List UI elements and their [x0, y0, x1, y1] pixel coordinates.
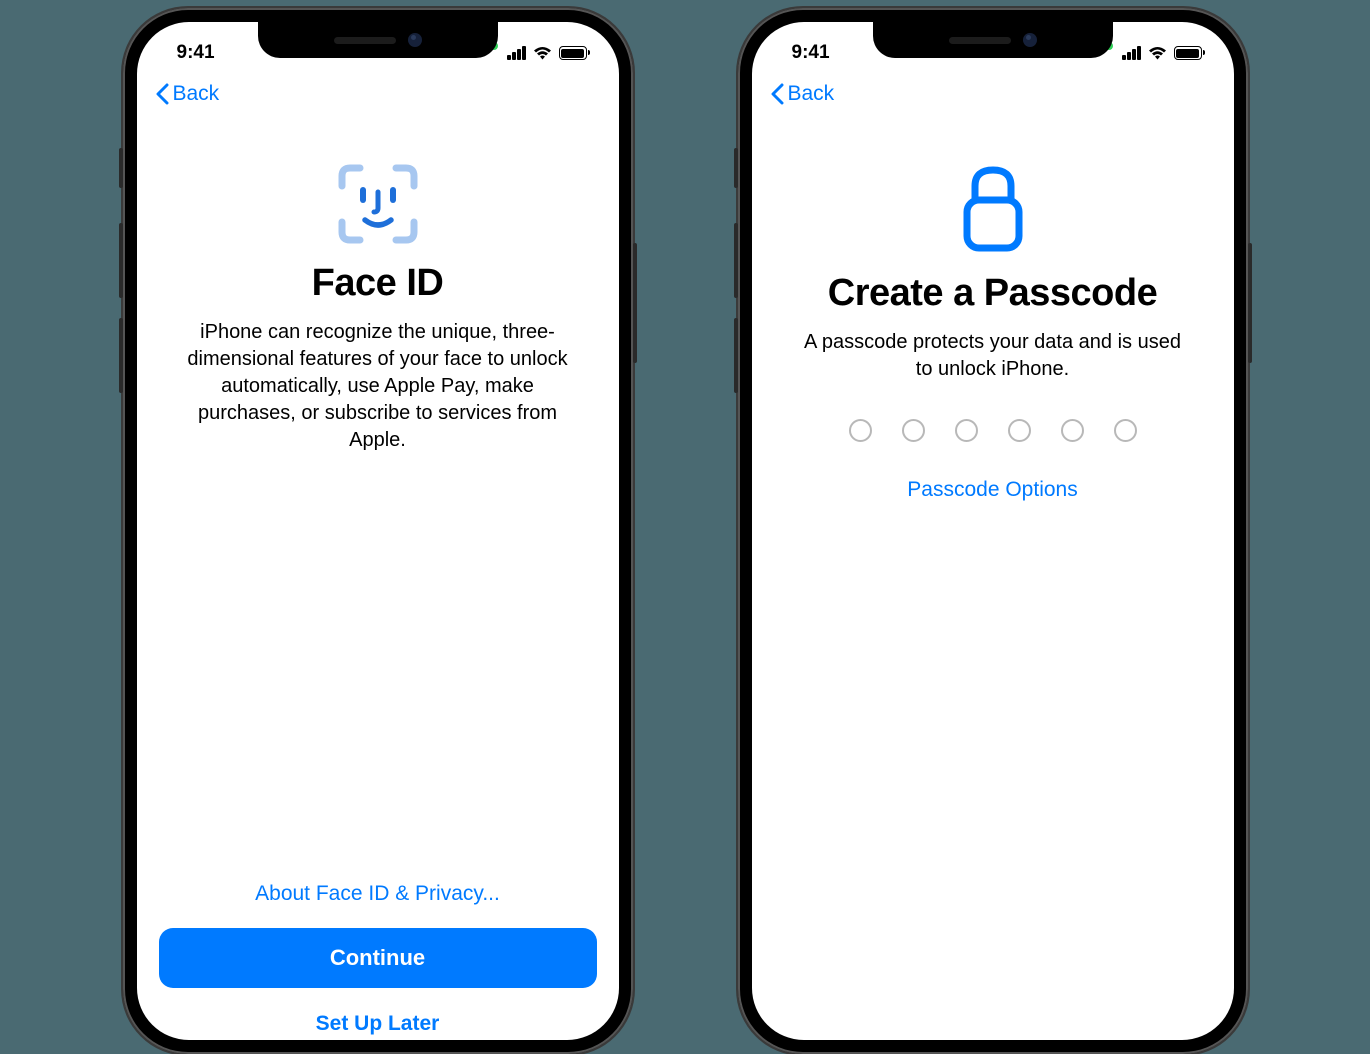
speaker	[334, 37, 396, 44]
silent-switch	[734, 148, 738, 188]
iphone-right: 9:41 Back Create a Passcode A pas	[738, 8, 1248, 1054]
bottom-area: About Face ID & Privacy... Continue Set …	[137, 882, 619, 1040]
page-body: A passcode protects your data and is use…	[780, 329, 1206, 383]
continue-button[interactable]: Continue	[159, 928, 597, 988]
passcode-options-button[interactable]: Passcode Options	[907, 478, 1077, 502]
passcode-input[interactable]	[780, 419, 1206, 442]
wifi-icon	[1148, 46, 1167, 60]
nav-bar: Back	[752, 70, 1234, 118]
speaker	[949, 37, 1011, 44]
volume-down-button	[734, 318, 738, 393]
nav-bar: Back	[137, 70, 619, 118]
status-right	[490, 42, 587, 64]
status-right	[1105, 42, 1202, 64]
battery-icon	[559, 46, 587, 60]
setup-later-button[interactable]: Set Up Later	[159, 1012, 597, 1040]
back-label: Back	[788, 82, 835, 106]
volume-down-button	[119, 318, 123, 393]
volume-up-button	[734, 223, 738, 298]
page-body: iPhone can recognize the unique, three-d…	[165, 319, 591, 454]
cellular-signal-icon	[1122, 46, 1141, 60]
status-time: 9:41	[177, 42, 215, 64]
passcode-digit	[1008, 419, 1031, 442]
chevron-left-icon	[155, 83, 169, 105]
about-privacy-link[interactable]: About Face ID & Privacy...	[159, 882, 597, 906]
content-right: Create a Passcode A passcode protects yo…	[752, 118, 1234, 522]
lock-icon	[780, 162, 1206, 256]
page-title: Face ID	[165, 262, 591, 305]
cellular-signal-icon	[507, 46, 526, 60]
power-button	[1248, 243, 1252, 363]
battery-icon	[1174, 46, 1202, 60]
content-left: Face ID iPhone can recognize the unique,…	[137, 118, 619, 474]
power-button	[633, 243, 637, 363]
face-id-icon	[165, 162, 591, 246]
passcode-digit	[1061, 419, 1084, 442]
notch	[873, 22, 1113, 58]
back-label: Back	[173, 82, 220, 106]
screen-right: 9:41 Back Create a Passcode A pas	[752, 22, 1234, 1040]
back-button[interactable]: Back	[770, 82, 835, 106]
front-camera	[1023, 33, 1037, 47]
screen-left: 9:41 Back	[137, 22, 619, 1040]
page-title: Create a Passcode	[780, 272, 1206, 315]
wifi-icon	[533, 46, 552, 60]
silent-switch	[119, 148, 123, 188]
passcode-digit	[955, 419, 978, 442]
passcode-digit	[849, 419, 872, 442]
back-button[interactable]: Back	[155, 82, 220, 106]
iphone-left: 9:41 Back	[123, 8, 633, 1054]
passcode-digit	[1114, 419, 1137, 442]
notch	[258, 22, 498, 58]
front-camera	[408, 33, 422, 47]
chevron-left-icon	[770, 83, 784, 105]
volume-up-button	[119, 223, 123, 298]
passcode-digit	[902, 419, 925, 442]
status-time: 9:41	[792, 42, 830, 64]
